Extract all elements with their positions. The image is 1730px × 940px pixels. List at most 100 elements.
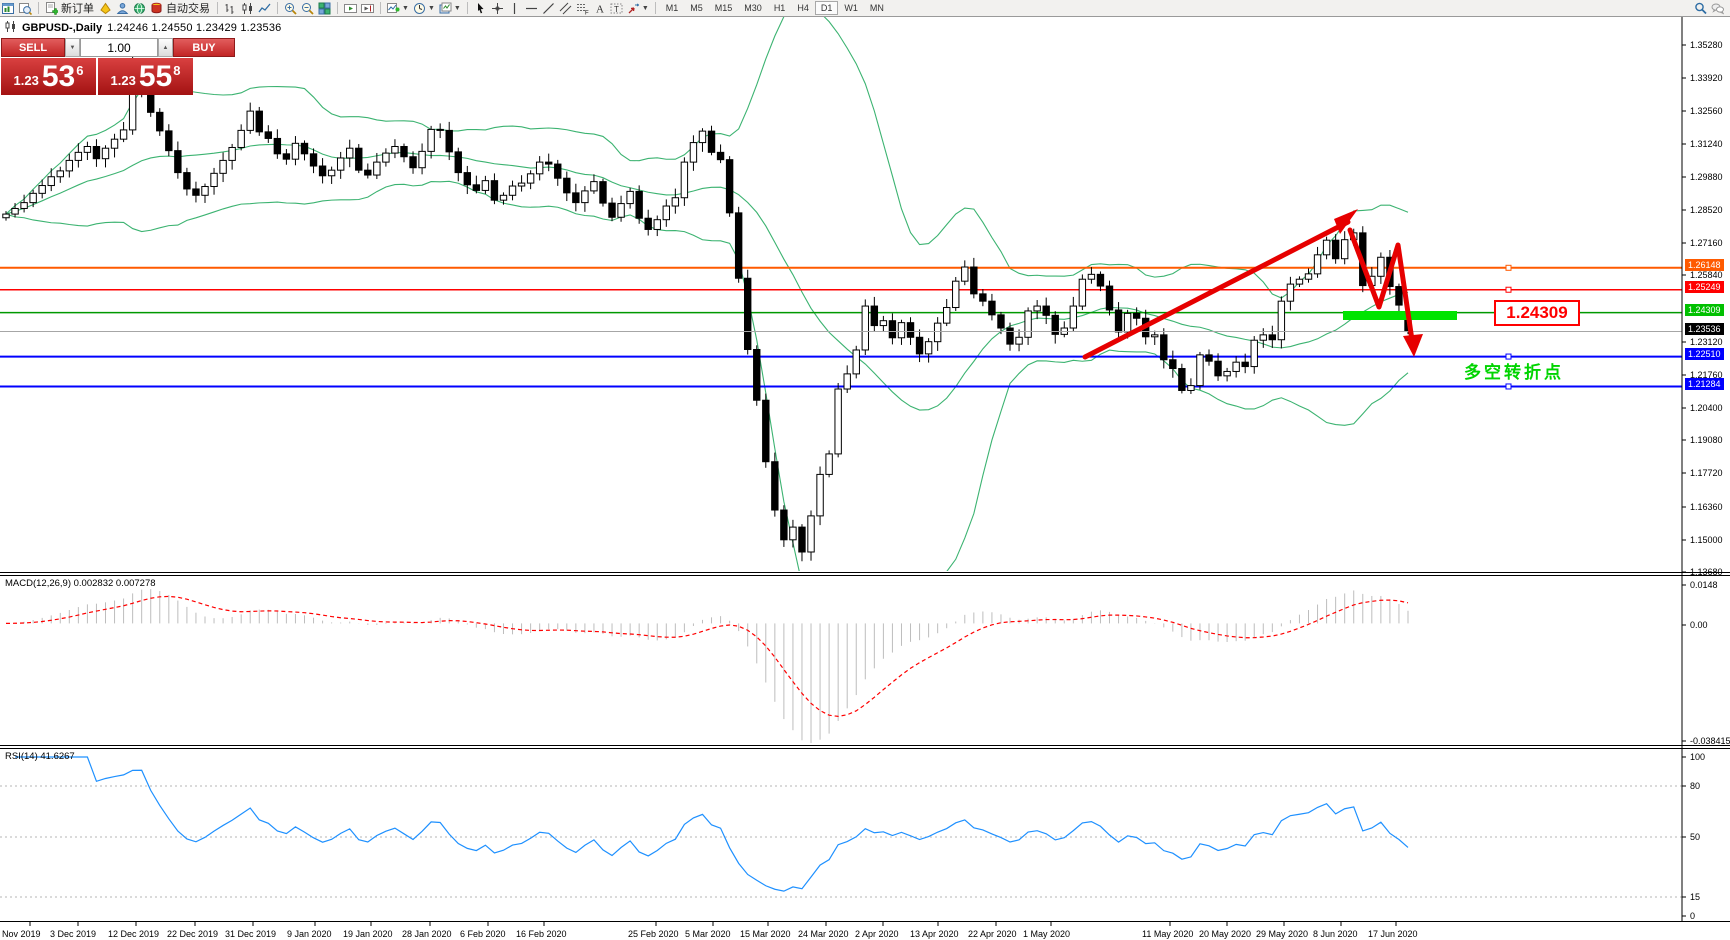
date-tick-label: 17 Jun 2020 [1368, 929, 1418, 939]
toolbar-button-label[interactable]: 自动交易 [166, 0, 210, 16]
timeframe-mn[interactable]: MN [864, 1, 890, 15]
buy-price-sup: 8 [173, 63, 180, 78]
trendline-icon[interactable] [541, 1, 556, 15]
date-tick-label: 31 Dec 2019 [225, 929, 276, 939]
zoom-in-icon[interactable] [283, 1, 298, 15]
channel-icon[interactable] [558, 1, 573, 15]
templates-icon[interactable] [438, 1, 453, 15]
timeframe-m1[interactable]: M1 [660, 1, 685, 15]
indicators-icon[interactable] [386, 1, 401, 15]
toolbar-separator [467, 2, 468, 14]
timeframe-m5[interactable]: M5 [684, 1, 709, 15]
buy-button[interactable]: BUY [173, 38, 235, 57]
date-tick-label: 13 Apr 2020 [910, 929, 959, 939]
timeframe-d1[interactable]: D1 [815, 1, 839, 15]
auto-scroll-icon[interactable] [343, 1, 358, 15]
window-icon[interactable] [1, 1, 16, 15]
fibonacci-icon[interactable]: F [575, 1, 590, 15]
date-tick-label: 3 Dec 2019 [50, 929, 96, 939]
date-tick-label: 12 Dec 2019 [108, 929, 159, 939]
preview-icon[interactable] [18, 1, 33, 15]
turning-point-note[interactable]: 多空转折点 [1464, 358, 1564, 383]
candlestick-icon[interactable] [240, 1, 255, 15]
price-line-label: 1.22510 [1685, 348, 1724, 360]
sell-price-sup: 6 [76, 63, 83, 78]
date-tick-label: 8 Jun 2020 [1313, 929, 1358, 939]
rsi-indicator-label: RSI(14) 41.6267 [5, 751, 75, 762]
date-tick-label: 20 May 2020 [1199, 929, 1251, 939]
autotrading-icon[interactable] [149, 1, 164, 15]
date-tick-label: 25 Feb 2020 [628, 929, 679, 939]
zoom-out-icon[interactable] [300, 1, 315, 15]
price-line-label: 1.26148 [1685, 259, 1724, 271]
rsi-tick-label: 80 [1690, 781, 1700, 791]
cursor-icon[interactable] [473, 1, 488, 15]
timeframe-h1[interactable]: H1 [768, 1, 792, 15]
news-icon[interactable] [132, 1, 147, 15]
date-tick-label: 19 Jan 2020 [343, 929, 393, 939]
chart-symbol-period: GBPUSD-,Daily [22, 22, 102, 34]
price-tick-label: 1.33920 [1690, 73, 1723, 83]
volume-increase-button[interactable]: ▲ [158, 38, 173, 57]
price-tick-label: 1.19080 [1690, 435, 1723, 445]
timeframe-h4[interactable]: H4 [791, 1, 815, 15]
price-line-label: 1.21284 [1685, 378, 1724, 390]
chart-ohlc-values: 1.24246 1.24550 1.23429 1.23536 [107, 22, 281, 34]
price-annotation-box[interactable]: 1.24309 [1494, 300, 1580, 326]
date-tick-label: 11 May 2020 [1142, 929, 1193, 939]
sell-price-tile[interactable]: 1.23 53 6 [1, 58, 96, 95]
text-label-icon[interactable]: T [609, 1, 624, 15]
periods-icon[interactable] [412, 1, 427, 15]
price-tick-label: 1.13680 [1690, 567, 1723, 577]
text-icon[interactable]: A [592, 1, 607, 15]
arrows-icon[interactable] [626, 1, 641, 15]
date-tick-label: 9 Jan 2020 [287, 929, 332, 939]
price-tick-label: 1.27160 [1690, 238, 1723, 248]
toolbar-separator [277, 2, 278, 14]
timeframe-m30[interactable]: M30 [738, 1, 768, 15]
horizontal-line-icon[interactable] [524, 1, 539, 15]
tile-windows-icon[interactable] [317, 1, 332, 15]
date-tick-label: 6 Feb 2020 [460, 929, 506, 939]
sell-price-small: 1.23 [14, 73, 39, 88]
signals-icon[interactable] [115, 1, 130, 15]
new-order-icon[interactable] [44, 1, 59, 15]
toolbar-separator [380, 2, 381, 14]
mt4-terminal: { "toolbar": { "new_order_label": "新订单",… [0, 0, 1730, 940]
dropdown-caret-icon[interactable]: ▼ [454, 5, 461, 12]
search-icon[interactable] [1693, 1, 1708, 15]
price-line-label: 1.24309 [1685, 304, 1724, 316]
volume-input[interactable] [80, 38, 158, 57]
chart-marker-icon [4, 20, 17, 36]
bar-chart-icon[interactable] [223, 1, 238, 15]
timeframe-w1[interactable]: W1 [838, 1, 864, 15]
buy-price-small: 1.23 [111, 73, 136, 88]
sell-price-big: 53 [42, 60, 75, 94]
dropdown-caret-icon[interactable]: ▼ [402, 5, 409, 12]
chart-shift-icon[interactable] [360, 1, 375, 15]
market-icon[interactable] [98, 1, 113, 15]
toolbar-separator [38, 2, 39, 14]
date-tick-label: 2 Apr 2020 [855, 929, 899, 939]
dropdown-caret-icon[interactable]: ▼ [428, 5, 435, 12]
chart-canvas[interactable] [0, 0, 1730, 940]
svg-text:F: F [585, 10, 589, 15]
macd-tick-label: 0.0148 [1690, 580, 1718, 590]
line-chart-icon[interactable] [257, 1, 272, 15]
price-tick-label: 1.20400 [1690, 403, 1723, 413]
chat-icon[interactable] [1710, 1, 1725, 15]
toolbar-button-label[interactable]: 新订单 [61, 0, 94, 16]
buy-price-tile[interactable]: 1.23 55 8 [98, 58, 193, 95]
crosshair-icon[interactable] [490, 1, 505, 15]
date-tick-label: 22 Apr 2020 [968, 929, 1017, 939]
toolbar-separator [217, 2, 218, 14]
rsi-tick-label: 100 [1690, 752, 1705, 762]
dropdown-caret-icon[interactable]: ▼ [642, 5, 649, 12]
macd-indicator-label: MACD(12,26,9) 0.002832 0.007278 [5, 578, 156, 589]
vertical-line-icon[interactable] [507, 1, 522, 15]
sell-button[interactable]: SELL [1, 38, 65, 57]
volume-decrease-button[interactable]: ▼ [65, 38, 80, 57]
timeframe-m15[interactable]: M15 [709, 1, 739, 15]
price-tick-label: 1.16360 [1690, 502, 1723, 512]
date-tick-label: 29 May 2020 [1256, 929, 1308, 939]
